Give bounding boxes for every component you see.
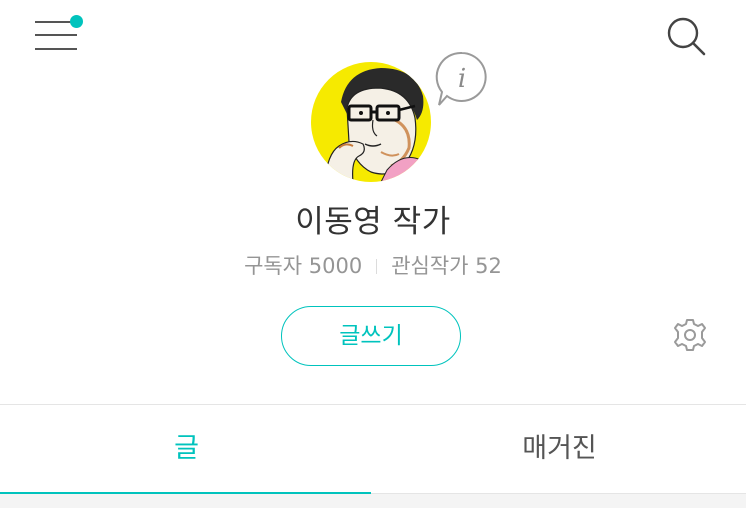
following-stat[interactable]: 관심작가 52 xyxy=(391,254,502,278)
subscribers-stat[interactable]: 구독자 5000 xyxy=(244,254,362,278)
content-tabs: 글 매거진 xyxy=(0,404,746,494)
subscribers-label: 구독자 xyxy=(244,254,303,278)
author-name: 이동영 작가 xyxy=(295,204,451,240)
author-stats: 구독자 5000 관심작가 52 xyxy=(0,250,746,280)
menu-icon-line xyxy=(35,48,77,50)
stats-divider xyxy=(376,259,378,274)
notification-dot xyxy=(70,15,83,28)
settings-button[interactable] xyxy=(671,316,709,354)
tab-posts[interactable]: 글 xyxy=(0,405,373,494)
author-avatar[interactable] xyxy=(311,62,431,182)
menu-button[interactable] xyxy=(34,15,86,54)
svg-text:i: i xyxy=(458,64,466,94)
info-speech-bubble-icon: i xyxy=(435,51,487,106)
tab-magazine[interactable]: 매거진 xyxy=(373,405,746,494)
subscribers-count: 5000 xyxy=(308,254,363,278)
author-info-button[interactable]: i xyxy=(435,51,489,107)
following-count: 52 xyxy=(475,254,502,278)
search-icon xyxy=(667,17,706,56)
author-avatar-illustration xyxy=(311,62,431,182)
write-button[interactable]: 글쓰기 xyxy=(281,306,461,366)
menu-icon-line xyxy=(35,34,77,36)
search-button[interactable] xyxy=(664,15,708,59)
gear-icon xyxy=(674,319,706,351)
content-area-top xyxy=(0,494,746,508)
following-label: 관심작가 xyxy=(391,254,469,278)
